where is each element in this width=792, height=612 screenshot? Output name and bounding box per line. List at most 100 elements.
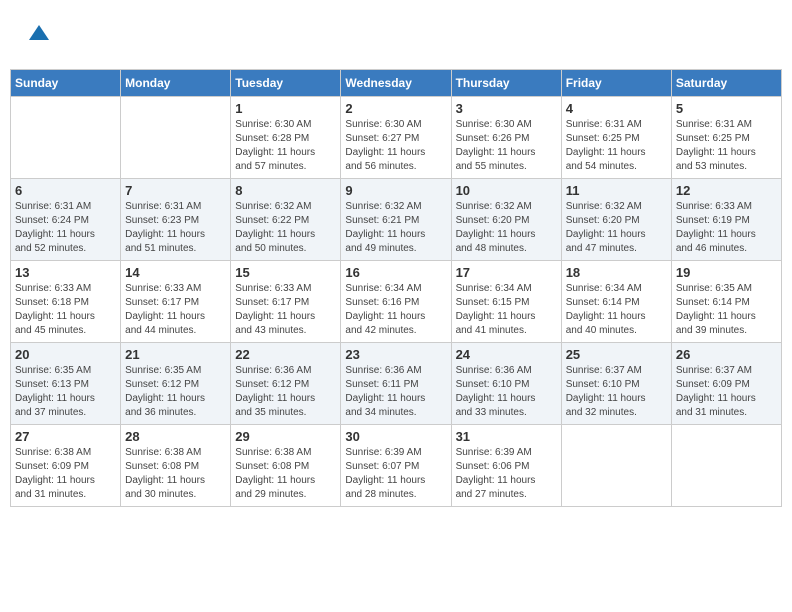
day-info: Sunrise: 6:39 AM Sunset: 6:06 PM Dayligh… — [456, 446, 557, 502]
weekday-friday: Friday — [561, 69, 671, 96]
day-number: 30 — [345, 429, 446, 444]
day-number: 15 — [235, 265, 336, 280]
day-info: Sunrise: 6:38 AM Sunset: 6:08 PM Dayligh… — [235, 446, 336, 502]
day-number: 26 — [676, 347, 777, 362]
day-info: Sunrise: 6:33 AM Sunset: 6:17 PM Dayligh… — [125, 282, 226, 338]
day-number: 12 — [676, 183, 777, 198]
day-info: Sunrise: 6:32 AM Sunset: 6:21 PM Dayligh… — [345, 200, 446, 256]
day-cell: 16 Sunrise: 6:34 AM Sunset: 6:16 PM Dayli… — [341, 260, 451, 342]
day-info: Sunrise: 6:30 AM Sunset: 6:27 PM Dayligh… — [345, 118, 446, 174]
day-info: Sunrise: 6:37 AM Sunset: 6:10 PM Dayligh… — [566, 364, 667, 420]
calendar-body: 1 Sunrise: 6:30 AM Sunset: 6:28 PM Daylig… — [11, 96, 782, 506]
day-cell: 10 Sunrise: 6:32 AM Sunset: 6:20 PM Dayli… — [451, 178, 561, 260]
day-cell: 30 Sunrise: 6:39 AM Sunset: 6:07 PM Dayli… — [341, 424, 451, 506]
day-cell: 18 Sunrise: 6:34 AM Sunset: 6:14 PM Dayli… — [561, 260, 671, 342]
day-info: Sunrise: 6:36 AM Sunset: 6:12 PM Dayligh… — [235, 364, 336, 420]
weekday-monday: Monday — [121, 69, 231, 96]
day-info: Sunrise: 6:34 AM Sunset: 6:14 PM Dayligh… — [566, 282, 667, 338]
day-cell: 15 Sunrise: 6:33 AM Sunset: 6:17 PM Dayli… — [231, 260, 341, 342]
day-cell: 28 Sunrise: 6:38 AM Sunset: 6:08 PM Dayli… — [121, 424, 231, 506]
header — [10, 10, 782, 61]
logo-icon — [24, 20, 54, 50]
day-number: 2 — [345, 101, 446, 116]
day-number: 9 — [345, 183, 446, 198]
day-cell: 25 Sunrise: 6:37 AM Sunset: 6:10 PM Dayli… — [561, 342, 671, 424]
day-number: 10 — [456, 183, 557, 198]
day-cell — [671, 424, 781, 506]
day-number: 16 — [345, 265, 446, 280]
day-cell — [11, 96, 121, 178]
day-cell: 4Sunrise: 6:31 AM Sunset: 6:25 PM Daylig… — [561, 96, 671, 178]
weekday-saturday: Saturday — [671, 69, 781, 96]
weekday-thursday: Thursday — [451, 69, 561, 96]
calendar-table: SundayMondayTuesdayWednesdayThursdayFrid… — [10, 69, 782, 507]
day-number: 25 — [566, 347, 667, 362]
day-number: 21 — [125, 347, 226, 362]
day-cell — [561, 424, 671, 506]
day-info: Sunrise: 6:36 AM Sunset: 6:10 PM Dayligh… — [456, 364, 557, 420]
day-cell: 21 Sunrise: 6:35 AM Sunset: 6:12 PM Dayli… — [121, 342, 231, 424]
day-info: Sunrise: 6:32 AM Sunset: 6:20 PM Dayligh… — [566, 200, 667, 256]
day-info: Sunrise: 6:37 AM Sunset: 6:09 PM Dayligh… — [676, 364, 777, 420]
day-cell: 23 Sunrise: 6:36 AM Sunset: 6:11 PM Dayli… — [341, 342, 451, 424]
day-cell: 11 Sunrise: 6:32 AM Sunset: 6:20 PM Dayli… — [561, 178, 671, 260]
day-number: 31 — [456, 429, 557, 444]
day-number: 3 — [456, 101, 557, 116]
day-cell — [121, 96, 231, 178]
day-cell: 3 Sunrise: 6:30 AM Sunset: 6:26 PM Daylig… — [451, 96, 561, 178]
day-number: 22 — [235, 347, 336, 362]
day-info: Sunrise: 6:31 AM Sunset: 6:25 PM Dayligh… — [676, 118, 777, 174]
day-cell: 7Sunrise: 6:31 AM Sunset: 6:23 PM Daylig… — [121, 178, 231, 260]
day-cell: 8 Sunrise: 6:32 AM Sunset: 6:22 PM Daylig… — [231, 178, 341, 260]
day-number: 5 — [676, 101, 777, 116]
day-cell: 29 Sunrise: 6:38 AM Sunset: 6:08 PM Dayli… — [231, 424, 341, 506]
day-info: Sunrise: 6:38 AM Sunset: 6:09 PM Dayligh… — [15, 446, 116, 502]
day-cell: 9 Sunrise: 6:32 AM Sunset: 6:21 PM Daylig… — [341, 178, 451, 260]
day-number: 29 — [235, 429, 336, 444]
day-number: 23 — [345, 347, 446, 362]
day-info: Sunrise: 6:35 AM Sunset: 6:12 PM Dayligh… — [125, 364, 226, 420]
logo — [20, 20, 54, 56]
week-row-1: 1 Sunrise: 6:30 AM Sunset: 6:28 PM Daylig… — [11, 96, 782, 178]
day-info: Sunrise: 6:30 AM Sunset: 6:28 PM Dayligh… — [235, 118, 336, 174]
day-info: Sunrise: 6:32 AM Sunset: 6:22 PM Dayligh… — [235, 200, 336, 256]
day-info: Sunrise: 6:35 AM Sunset: 6:14 PM Dayligh… — [676, 282, 777, 338]
day-info: Sunrise: 6:31 AM Sunset: 6:24 PM Dayligh… — [15, 200, 116, 256]
day-number: 27 — [15, 429, 116, 444]
week-row-3: 13Sunrise: 6:33 AM Sunset: 6:18 PM Dayli… — [11, 260, 782, 342]
day-number: 11 — [566, 183, 667, 198]
day-info: Sunrise: 6:34 AM Sunset: 6:16 PM Dayligh… — [345, 282, 446, 338]
day-number: 18 — [566, 265, 667, 280]
day-info: Sunrise: 6:33 AM Sunset: 6:17 PM Dayligh… — [235, 282, 336, 338]
day-info: Sunrise: 6:33 AM Sunset: 6:19 PM Dayligh… — [676, 200, 777, 256]
day-number: 20 — [15, 347, 116, 362]
day-number: 1 — [235, 101, 336, 116]
day-number: 17 — [456, 265, 557, 280]
day-cell: 1 Sunrise: 6:30 AM Sunset: 6:28 PM Daylig… — [231, 96, 341, 178]
day-cell: 17Sunrise: 6:34 AM Sunset: 6:15 PM Dayli… — [451, 260, 561, 342]
day-cell: 26 Sunrise: 6:37 AM Sunset: 6:09 PM Dayli… — [671, 342, 781, 424]
day-info: Sunrise: 6:35 AM Sunset: 6:13 PM Dayligh… — [15, 364, 116, 420]
day-info: Sunrise: 6:39 AM Sunset: 6:07 PM Dayligh… — [345, 446, 446, 502]
day-info: Sunrise: 6:30 AM Sunset: 6:26 PM Dayligh… — [456, 118, 557, 174]
weekday-tuesday: Tuesday — [231, 69, 341, 96]
day-number: 8 — [235, 183, 336, 198]
day-cell: 14 Sunrise: 6:33 AM Sunset: 6:17 PM Dayli… — [121, 260, 231, 342]
day-cell: 31 Sunrise: 6:39 AM Sunset: 6:06 PM Dayli… — [451, 424, 561, 506]
day-info: Sunrise: 6:36 AM Sunset: 6:11 PM Dayligh… — [345, 364, 446, 420]
weekday-sunday: Sunday — [11, 69, 121, 96]
day-info: Sunrise: 6:31 AM Sunset: 6:25 PM Dayligh… — [566, 118, 667, 174]
day-info: Sunrise: 6:38 AM Sunset: 6:08 PM Dayligh… — [125, 446, 226, 502]
day-number: 28 — [125, 429, 226, 444]
day-number: 14 — [125, 265, 226, 280]
weekday-header: SundayMondayTuesdayWednesdayThursdayFrid… — [11, 69, 782, 96]
day-info: Sunrise: 6:32 AM Sunset: 6:20 PM Dayligh… — [456, 200, 557, 256]
week-row-2: 6 Sunrise: 6:31 AM Sunset: 6:24 PM Daylig… — [11, 178, 782, 260]
day-cell: 24Sunrise: 6:36 AM Sunset: 6:10 PM Dayli… — [451, 342, 561, 424]
day-cell: 6 Sunrise: 6:31 AM Sunset: 6:24 PM Daylig… — [11, 178, 121, 260]
day-cell: 27 Sunrise: 6:38 AM Sunset: 6:09 PM Dayli… — [11, 424, 121, 506]
day-cell: 2 Sunrise: 6:30 AM Sunset: 6:27 PM Daylig… — [341, 96, 451, 178]
week-row-5: 27 Sunrise: 6:38 AM Sunset: 6:09 PM Dayli… — [11, 424, 782, 506]
day-cell: 12 Sunrise: 6:33 AM Sunset: 6:19 PM Dayli… — [671, 178, 781, 260]
day-number: 6 — [15, 183, 116, 198]
